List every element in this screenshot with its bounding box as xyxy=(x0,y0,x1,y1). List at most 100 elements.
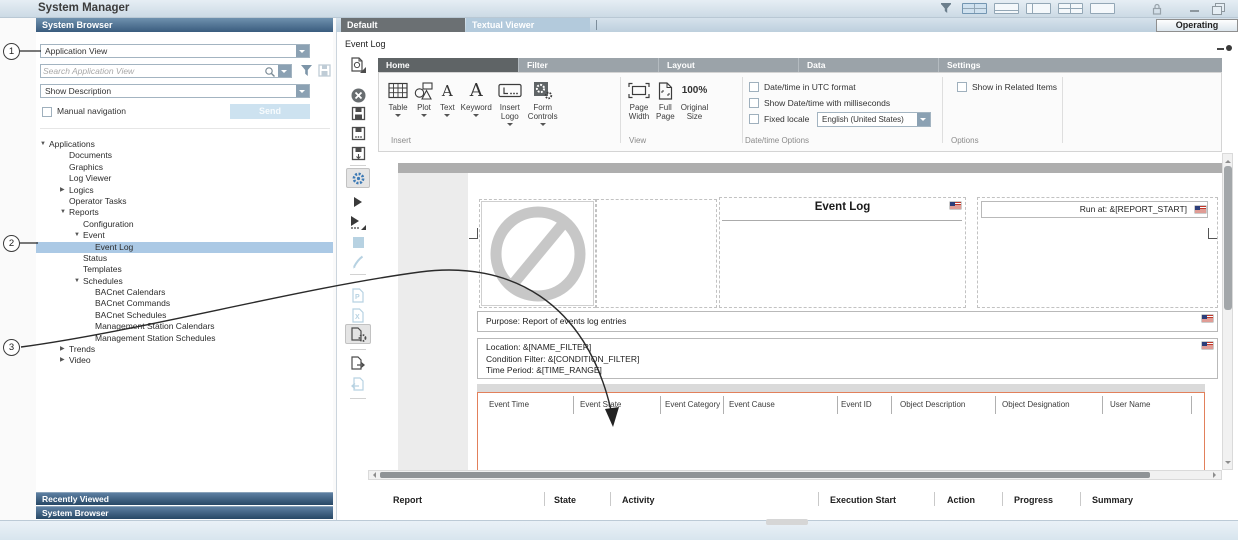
scroll-up-arrow[interactable] xyxy=(1225,157,1231,163)
filter-field[interactable]: Location: &[NAME_FILTER] Condition Filte… xyxy=(477,338,1218,379)
collapsed-triangle-icon[interactable]: ▶ xyxy=(60,344,65,356)
run-options-button[interactable] xyxy=(348,213,368,231)
run-report-button[interactable] xyxy=(348,193,368,211)
execution-column-state[interactable]: State xyxy=(554,495,576,505)
tree-item-event[interactable]: ▼Event xyxy=(36,230,333,241)
insert-plot-button[interactable]: Plot xyxy=(411,76,437,122)
tree-item-operator-tasks[interactable]: Operator Tasks xyxy=(36,196,333,207)
insert-text-button[interactable]: A Text xyxy=(437,76,458,122)
purpose-field[interactable]: Purpose: Report of events log entries xyxy=(477,311,1218,332)
milliseconds-checkbox[interactable] xyxy=(749,98,759,108)
report-title[interactable]: Event Log xyxy=(719,201,966,213)
ribbon-tab-home[interactable]: Home xyxy=(378,58,518,72)
horizontal-scroll-thumb[interactable] xyxy=(380,472,1150,478)
vertical-scroll-thumb[interactable] xyxy=(1224,166,1232,310)
header-empty-cell[interactable] xyxy=(596,199,717,308)
filter-funnel-icon[interactable] xyxy=(940,3,952,14)
ribbon-tab-settings[interactable]: Settings xyxy=(938,58,1078,72)
page-width-button[interactable]: Page Width xyxy=(625,76,653,123)
layout-split-pane-button[interactable] xyxy=(1058,3,1083,14)
tree-item-trends[interactable]: ▶Trends xyxy=(36,344,333,355)
report-design-surface[interactable]: Event Log Run at: &[REPORT_START] Purpos… xyxy=(398,163,1222,470)
ribbon-tab-filter[interactable]: Filter xyxy=(518,58,658,72)
insert-keyword-button[interactable]: A Keyword xyxy=(458,76,495,122)
layout-four-pane-button[interactable] xyxy=(962,3,987,14)
utc-format-checkbox[interactable] xyxy=(749,82,759,92)
tree-item-applications[interactable]: ▼Applications xyxy=(36,139,333,150)
splitter-drag-handle[interactable] xyxy=(766,519,808,525)
logo-placeholder[interactable] xyxy=(481,201,594,306)
tree-item-reports[interactable]: ▼Reports xyxy=(36,207,333,218)
locale-dropdown[interactable]: English (United States) xyxy=(817,112,931,127)
description-selector-dropdown[interactable]: Show Description xyxy=(40,84,310,98)
execution-column-report[interactable]: Report xyxy=(393,495,422,505)
execution-column-action[interactable]: Action xyxy=(947,495,975,505)
ribbon-tab-layout[interactable]: Layout xyxy=(658,58,798,72)
tree-item-log-viewer[interactable]: Log Viewer xyxy=(36,173,333,184)
collapsed-triangle-icon[interactable]: ▶ xyxy=(60,355,65,367)
expanded-triangle-icon[interactable]: ▼ xyxy=(74,230,80,242)
tree-item-bacnet-schedules[interactable]: BACnet Schedules xyxy=(36,310,333,321)
execution-column-summary[interactable]: Summary xyxy=(1092,495,1133,505)
restore-button[interactable] xyxy=(1212,3,1223,13)
original-size-button[interactable]: 100% Original Size xyxy=(678,76,712,123)
save-all-button[interactable] xyxy=(348,144,368,162)
execution-column-execution-start[interactable]: Execution Start xyxy=(830,495,896,505)
tree-item-bacnet-commands[interactable]: BACnet Commands xyxy=(36,298,333,309)
scroll-left-arrow[interactable] xyxy=(370,472,376,478)
export-pdf-button-disabled[interactable]: P xyxy=(348,286,368,304)
search-input[interactable] xyxy=(43,65,258,77)
tree-item-logics[interactable]: ▶Logics xyxy=(36,185,333,196)
header-title-cell[interactable] xyxy=(719,197,966,308)
execution-column-progress[interactable]: Progress xyxy=(1014,495,1053,505)
minimize-button[interactable] xyxy=(1190,10,1199,12)
manual-navigation-checkbox[interactable] xyxy=(42,107,52,117)
tree-item-graphics[interactable]: Graphics xyxy=(36,162,333,173)
save-as-button[interactable] xyxy=(348,124,368,142)
layout-bottom-pane-button[interactable] xyxy=(994,3,1019,14)
chevron-down-icon[interactable] xyxy=(296,85,309,97)
export-excel-button-disabled[interactable]: X xyxy=(348,306,368,324)
scroll-down-arrow[interactable] xyxy=(1225,461,1231,467)
tree-item-documents[interactable]: Documents xyxy=(36,150,333,161)
chevron-down-icon[interactable] xyxy=(917,113,930,126)
pin-icon[interactable] xyxy=(1226,45,1232,51)
scroll-right-arrow[interactable] xyxy=(1213,472,1219,478)
export-report-button[interactable] xyxy=(348,354,368,372)
collapsed-triangle-icon[interactable]: ▶ xyxy=(60,185,65,197)
tree-item-templates[interactable]: Templates xyxy=(36,264,333,275)
operating-mode-button[interactable]: Operating xyxy=(1156,19,1238,32)
new-report-button[interactable] xyxy=(348,56,368,74)
system-browser-bar[interactable]: System Browser xyxy=(36,506,333,519)
tree-item-event-log-selected[interactable]: Event Log xyxy=(36,242,333,253)
tab-default[interactable]: Default xyxy=(341,18,465,32)
tree-item-configuration[interactable]: Configuration xyxy=(36,219,333,230)
full-page-button[interactable]: Full Page xyxy=(653,76,678,123)
search-options-chevron-icon[interactable] xyxy=(278,65,291,77)
chevron-down-icon[interactable] xyxy=(296,45,309,57)
execution-column-activity[interactable]: Activity xyxy=(622,495,655,505)
search-field[interactable] xyxy=(40,64,292,78)
stop-button-disabled[interactable] xyxy=(348,233,368,251)
layout-single-pane-button[interactable] xyxy=(1090,3,1115,14)
filter-icon[interactable] xyxy=(299,63,314,78)
tree-item-schedules[interactable]: ▼Schedules xyxy=(36,276,333,287)
close-report-button[interactable] xyxy=(348,86,368,104)
restore-report-button-disabled[interactable] xyxy=(348,375,368,393)
insert-logo-button[interactable]: Insert Logo xyxy=(495,76,525,131)
ribbon-tab-data[interactable]: Data xyxy=(798,58,938,72)
report-table[interactable]: Event Time Event State Event Category Ev… xyxy=(477,392,1205,470)
report-settings-button[interactable] xyxy=(346,168,370,188)
tab-textual-viewer[interactable]: Textual Viewer xyxy=(466,18,590,32)
save-button[interactable] xyxy=(348,104,368,122)
tree-item-video[interactable]: ▶Video xyxy=(36,355,333,366)
pin-icon[interactable] xyxy=(1217,48,1224,50)
tree-item-bacnet-calendars[interactable]: BACnet Calendars xyxy=(36,287,333,298)
insert-table-button[interactable]: Table xyxy=(385,76,411,122)
recently-viewed-bar[interactable]: Recently Viewed xyxy=(36,492,333,505)
related-items-checkbox[interactable] xyxy=(957,82,967,92)
expanded-triangle-icon[interactable]: ▼ xyxy=(60,207,66,219)
save-search-icon[interactable] xyxy=(317,63,332,78)
send-button[interactable]: Send xyxy=(230,104,310,119)
tree-item-ms-calendars[interactable]: Management Station Calendars xyxy=(36,321,333,332)
